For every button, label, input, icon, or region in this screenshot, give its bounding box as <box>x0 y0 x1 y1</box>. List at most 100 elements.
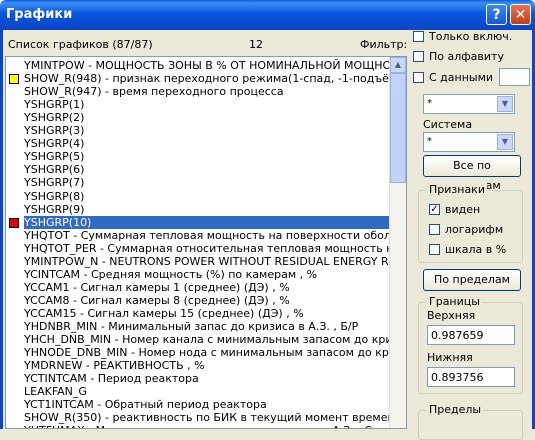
only-enabled-box[interactable] <box>413 31 424 42</box>
filter-label: Фильтр: <box>360 38 408 51</box>
list-item-label: YHNODE_DNB_MIN - Номер нода с минимальны… <box>24 346 391 360</box>
close-button[interactable]: ✕ <box>510 4 531 25</box>
list-item-label: YHDNBR_MIN - Минимальный запас до кризис… <box>24 320 359 333</box>
features-group: Признаки ✓ виден логарифм шкала в % <box>418 183 523 263</box>
checkmark-icon[interactable]: ✓ <box>429 204 440 215</box>
list-item-label: YMINTPOW_N - NEUTRONS POWER WITHOUT RESI… <box>24 254 391 268</box>
list-item[interactable]: YSHGRP(6) <box>6 163 391 176</box>
list-item[interactable]: YMINTPOW_N - NEUTRONS POWER WITHOUT RESI… <box>6 255 391 268</box>
list-item[interactable]: YCCAM15 - Сигнал камеры 15 (среднее) (ДЭ… <box>6 307 391 320</box>
chevron-down-icon[interactable]: ▼ <box>497 96 513 112</box>
with-data-box[interactable] <box>413 72 424 83</box>
list-item[interactable]: YSHGRP(9) <box>6 203 391 216</box>
list-item[interactable]: YSHGRP(5) <box>6 150 391 163</box>
help-button[interactable]: ? <box>486 4 507 25</box>
list-item-label: YHCH_DNB_MIN - Номер канала с минимальны… <box>24 333 391 347</box>
list-item[interactable]: SHOW_R(947) - время переходного процесса <box>6 85 391 98</box>
list-item[interactable]: YMDRNEW - РЕАКТИВНОСТЬ , % <box>6 359 391 372</box>
system-label: Система <box>423 118 473 131</box>
list-item-label: YSHGRP(8) <box>24 189 85 203</box>
list-item[interactable]: YSHGRP(3) <box>6 124 391 137</box>
list-item[interactable]: YSHGRP(2) <box>6 111 391 124</box>
scale-pct-label: шкала в % <box>445 243 507 256</box>
list-item-label: YCCAM8 - Сигнал камеры 8 (среднее) (ДЭ) … <box>24 293 290 307</box>
list-item[interactable]: YSHGRP(8) <box>6 190 391 203</box>
list-item[interactable]: YHDNBR_MIN - Минимальный запас до кризис… <box>6 320 391 333</box>
list-item[interactable]: YHTFUMAX - Максимальная температура топл… <box>6 424 391 428</box>
upper-label: Верхняя <box>427 309 476 322</box>
only-enabled-label: Только включ. <box>429 30 513 43</box>
by-limits-button[interactable]: По пределам <box>423 269 521 291</box>
list-item-label: YCT1INTCAM - Обратный период реактора <box>24 398 267 412</box>
list-item-label: YSHGRP(7) <box>24 176 85 190</box>
color-marker-icon <box>9 74 19 85</box>
lower-label: Нижняя <box>427 351 473 364</box>
list-item-label: YSHGRP(10) <box>24 215 391 229</box>
upper-bound-input[interactable]: 0.987659 <box>427 325 515 345</box>
list-item[interactable]: YHNODE_DNB_MIN - Номер нода с минимальны… <box>6 346 391 359</box>
list-item[interactable]: YCINTCAM - Средняя мощность (%) по камер… <box>6 268 391 281</box>
lower-bound-input[interactable]: 0.893756 <box>427 367 515 387</box>
filter-combo-1-value: * <box>427 98 432 109</box>
list-item[interactable]: SHOW_R(350) - реактивность по БИК в теку… <box>6 411 391 424</box>
list-item[interactable]: YCCAM1 - Сигнал камеры 1 (среднее) (ДЭ) … <box>6 281 391 294</box>
list-item[interactable]: YCT1INTCAM - Обратный период реактора <box>6 398 391 411</box>
list-item-label: YSHGRP(9) <box>24 202 85 216</box>
color-marker-icon <box>9 217 19 228</box>
scale-pct-box[interactable] <box>429 244 440 255</box>
list-item[interactable]: YSHGRP(1) <box>6 98 391 111</box>
list-item-label: YCTINTCAM - Период реактора <box>24 372 199 386</box>
list-item-label: YSHGRP(3) <box>24 124 85 138</box>
bounds-group-title: Границы <box>427 295 482 308</box>
list-item[interactable]: YCCAM8 - Сигнал камеры 8 (среднее) (ДЭ) … <box>6 294 391 307</box>
filter-combo-1[interactable]: * ▼ <box>423 94 515 114</box>
features-group-title: Признаки <box>427 183 487 196</box>
graph-list[interactable]: YMINTPOW - МОЩНОСТЬ ЗОНЫ В % ОТ НОМИНАЛЬ… <box>5 56 407 429</box>
list-item[interactable]: LEAKFAN_G <box>6 385 391 398</box>
all-by-limits-button[interactable]: Все по пределам <box>423 155 521 192</box>
list-item-label: YSHGRP(2) <box>24 111 85 125</box>
list-item[interactable]: YHQTOT_PER - Суммарная относительная теп… <box>6 242 391 255</box>
limits-group: Пределы <box>418 403 523 440</box>
list-item-label: SHOW_R(947) - время переходного процесса <box>24 85 284 99</box>
list-item-label: YHQTOT_PER - Суммарная относительная теп… <box>24 241 391 255</box>
bounds-group: Границы Верхняя 0.987659 Нижняя 0.893756 <box>418 295 523 394</box>
upper-bound-value: 0.987659 <box>431 329 484 342</box>
log-box[interactable] <box>429 224 440 235</box>
list-item[interactable]: YMINTPOW - МОЩНОСТЬ ЗОНЫ В % ОТ НОМИНАЛЬ… <box>6 59 391 72</box>
list-item[interactable]: YSHGRP(4) <box>6 137 391 150</box>
list-item-label: YSHGRP(4) <box>24 137 85 151</box>
window-title: Графики <box>6 7 73 22</box>
title-bar: Графики ? ✕ <box>0 0 535 30</box>
list-item-label: YCCAM1 - Сигнал камеры 1 (среднее) (ДЭ) … <box>24 280 290 294</box>
scroll-up-icon[interactable]: ▲ <box>390 57 406 73</box>
list-item[interactable]: SHOW_R(948) - признак переходного режима… <box>6 72 391 85</box>
lower-bound-value: 0.893756 <box>431 371 484 384</box>
list-scrollbar[interactable]: ▲ <box>389 57 406 428</box>
log-label: логарифм <box>445 223 504 236</box>
list-item[interactable]: YHCH_DNB_MIN - Номер канала с минимальны… <box>6 333 391 346</box>
chevron-down-icon[interactable]: ▼ <box>497 134 513 150</box>
scroll-thumb[interactable] <box>390 73 406 183</box>
list-number-label: 12 <box>249 38 263 51</box>
list-item-label: YSHGRP(5) <box>24 150 85 164</box>
list-item-label: SHOW_R(948) - признак переходного режима… <box>24 72 391 86</box>
list-item-label: SHOW_R(350) - реактивность по БИК в теку… <box>24 411 391 425</box>
limits-group-title: Пределы <box>427 403 484 416</box>
system-combo[interactable]: * ▼ <box>423 132 515 152</box>
list-item-label: LEAKFAN_G <box>24 385 87 399</box>
with-data-input[interactable] <box>499 68 530 86</box>
list-item-label: YSHGRP(1) <box>24 98 85 112</box>
list-item[interactable]: YSHGRP(10) <box>6 215 391 229</box>
list-item-label: YHTFUMAX - Максимальная температура топл… <box>24 424 372 428</box>
list-item[interactable]: YHQTOT - Суммарная тепловая мощность на … <box>6 229 391 242</box>
list-item-label: YMDRNEW - РЕАКТИВНОСТЬ , % <box>24 359 205 373</box>
with-data-label: С данными <box>429 71 494 84</box>
list-item[interactable]: YCTINTCAM - Период реактора <box>6 372 391 385</box>
visible-label: виден <box>445 203 481 216</box>
list-item-label: YMINTPOW - МОЩНОСТЬ ЗОНЫ В % ОТ НОМИНАЛЬ… <box>24 59 391 72</box>
list-item-label: YCINTCAM - Средняя мощность (%) по камер… <box>24 267 318 281</box>
list-item[interactable]: YSHGRP(7) <box>6 176 391 189</box>
alphabetical-box[interactable] <box>413 51 424 62</box>
list-count-label: Список графиков (87/87) <box>8 38 153 51</box>
